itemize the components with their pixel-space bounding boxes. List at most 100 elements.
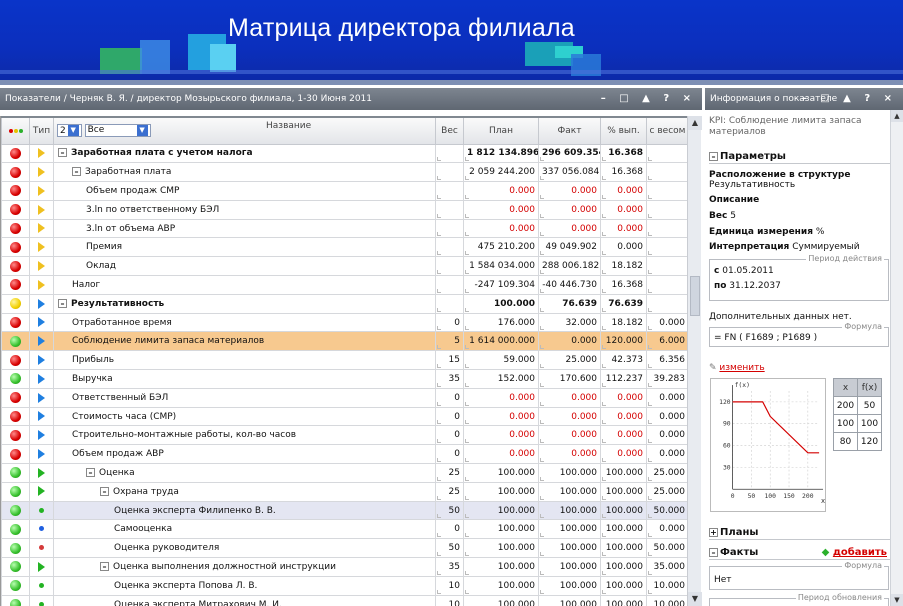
level-select[interactable]: 2 ▼ [57,124,82,138]
plan-cell[interactable]: 152.000 [463,369,539,389]
fact-cell[interactable]: -40 446.730 [538,275,601,295]
weighted-cell[interactable] [646,199,687,220]
pct-cell[interactable]: 100.000 [600,557,647,577]
weight-cell[interactable]: 50 [435,538,464,559]
table-row[interactable]: Налог -247 109.304 -40 446.730 16.368 [1,275,687,295]
plan-cell[interactable]: 1 812 134.896 [463,143,539,164]
name-cell[interactable]: – Заработная плата [53,162,436,183]
plan-cell[interactable]: 0.000 [463,406,539,427]
weighted-cell[interactable]: 6.000 [646,331,687,352]
plan-cell[interactable]: 0.000 [463,199,539,220]
fact-cell[interactable]: 0.000 [538,406,601,427]
name-cell[interactable]: Строительно-монтажные работы, кол-во час… [53,425,436,446]
name-cell[interactable]: Оценка эксперта Попова Л. В. [53,575,436,596]
table-row[interactable]: Ответственный БЭЛ 0 0.000 0.000 0.000 0.000 [1,387,687,408]
weight-cell[interactable]: 5 [435,331,464,352]
edit-link[interactable]: изменить [719,363,764,373]
plan-cell[interactable]: 1 614 000.000 [463,331,539,352]
weight-cell[interactable]: 10 [435,594,464,606]
name-cell[interactable]: Премия [53,237,436,258]
name-cell[interactable]: 3.ln по ответственному БЭЛ [53,199,436,220]
plans-section-header[interactable]: + Планы [709,526,890,540]
fact-cell[interactable]: 0.000 [538,199,601,220]
weighted-cell[interactable] [646,218,687,239]
scroll-up-icon[interactable]: ▲ [688,116,702,130]
pct-cell[interactable]: 16.368 [600,275,647,295]
weighted-cell[interactable]: 39.283 [646,369,687,389]
weighted-cell[interactable] [646,293,687,314]
plan-cell[interactable]: 176.000 [463,312,539,333]
fact-cell[interactable]: 0.000 [538,387,601,408]
pct-cell[interactable]: 18.182 [600,312,647,333]
name-cell[interactable]: Самооценка [53,519,436,540]
collapse-icon[interactable]: – [72,167,81,177]
name-cell[interactable]: – Оценка выполнения должностной инструкци… [53,557,436,577]
plan-cell[interactable]: 100.000 [463,557,539,577]
pct-cell[interactable]: 100.000 [600,538,647,559]
weighted-cell[interactable]: 0.000 [646,444,687,465]
plan-cell[interactable]: 100.000 [463,575,539,596]
fact-cell[interactable]: 76.639 [538,293,601,314]
scroll-up-icon[interactable]: ▲ [891,110,903,122]
table-row[interactable]: 3.ln от объема АВР 0.000 0.000 0.000 [1,218,687,239]
pct-cell[interactable]: 0.000 [600,199,647,220]
grid-scrollbar[interactable]: ▲ ▼ [687,116,702,606]
add-fact[interactable]: ◆ добавить [822,546,887,559]
fact-cell[interactable]: 25.000 [538,350,601,371]
name-cell[interactable]: Оценка эксперта Филипенко В. В. [53,500,436,521]
pct-cell[interactable]: 0.000 [600,406,647,427]
panel-window-controls[interactable]: – □ ▲ ? × [601,88,696,110]
fx-cell[interactable]: 120 [857,432,882,451]
weighted-cell[interactable]: 50.000 [646,538,687,559]
pct-cell[interactable]: 100.000 [600,519,647,540]
type-column-header[interactable]: Тип [29,116,54,145]
plan-cell[interactable]: 100.000 [463,594,539,606]
weight-cell[interactable] [435,293,464,314]
weight-column-header[interactable]: Вес [435,116,464,145]
weighted-cell[interactable]: 0.000 [646,406,687,427]
weight-cell[interactable] [435,199,464,220]
table-row[interactable]: 3.ln по ответственному БЭЛ 0.000 0.000 0.00… [1,199,687,220]
fact-cell[interactable]: 296 609.354 [538,143,601,164]
scroll-down-icon[interactable]: ▼ [891,594,903,606]
table-row[interactable]: Оценка эксперта Попова Л. В. 10 100.000 100… [1,575,687,596]
plan-cell[interactable]: 100.000 [463,519,539,540]
name-cell[interactable]: – Заработная плата с учетом налога [53,143,436,164]
table-row[interactable]: – Охрана труда 25 100.000 100.000 100.000 25.0… [1,481,687,502]
name-cell[interactable]: – Охрана труда [53,481,436,502]
plan-cell[interactable]: 59.000 [463,350,539,371]
name-cell[interactable]: Объем продаж СМР [53,181,436,201]
table-row[interactable]: Объем продаж АВР 0 0.000 0.000 0.000 0.000 [1,444,687,465]
info-panel-scrollbar[interactable]: ▲ ▼ [890,110,903,606]
weight-cell[interactable] [435,181,464,201]
collapse-icon[interactable]: – [58,298,67,308]
name-cell[interactable]: Выручка [53,369,436,389]
pct-column-header[interactable]: % вып. [600,116,647,145]
name-cell[interactable]: Налог [53,275,436,295]
fact-cell[interactable]: 0.000 [538,218,601,239]
name-cell[interactable]: Оклад [53,256,436,277]
pct-cell[interactable]: 42.373 [600,350,647,371]
pct-cell[interactable]: 18.182 [600,256,647,277]
table-row[interactable]: Объем продаж СМР 0.000 0.000 0.000 [1,181,687,201]
plan-cell[interactable]: 0.000 [463,387,539,408]
pct-cell[interactable]: 100.000 [600,481,647,502]
pct-cell[interactable]: 100.000 [600,594,647,606]
plan-cell[interactable]: 100.000 [463,538,539,559]
weight-cell[interactable] [435,256,464,277]
plan-column-header[interactable]: План [463,116,539,145]
weight-cell[interactable]: 35 [435,557,464,577]
plan-cell[interactable]: 0.000 [463,181,539,201]
pct-cell[interactable]: 100.000 [600,500,647,521]
weight-cell[interactable]: 0 [435,387,464,408]
table-row[interactable]: – Заработная плата 2 059 244.200 337 056.08… [1,162,687,183]
pct-cell[interactable]: 100.000 [600,463,647,483]
plan-cell[interactable]: 0.000 [463,444,539,465]
fact-cell[interactable]: 100.000 [538,575,601,596]
name-cell[interactable]: Оценка руководителя [53,538,436,559]
weighted-cell[interactable]: 0.000 [646,312,687,333]
fact-cell[interactable]: 0.000 [538,181,601,201]
add-link[interactable]: добавить [833,547,887,558]
chevron-down-icon[interactable]: ▼ [136,125,148,137]
weighted-cell[interactable]: 25.000 [646,481,687,502]
